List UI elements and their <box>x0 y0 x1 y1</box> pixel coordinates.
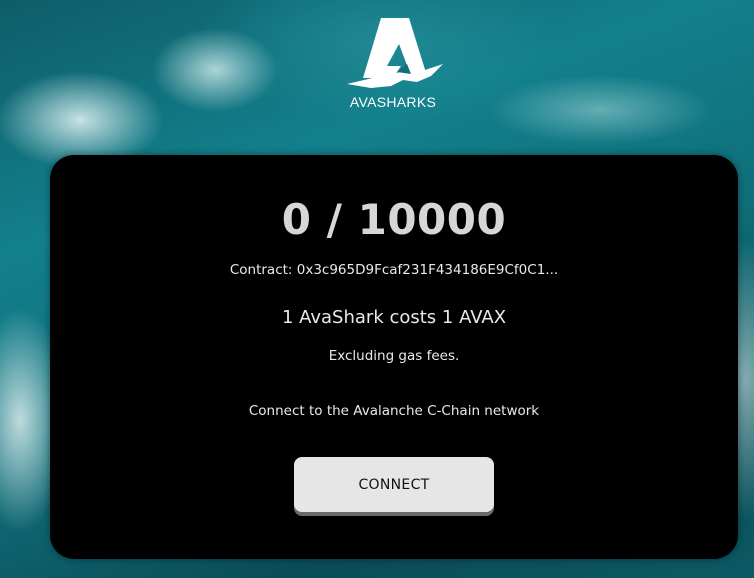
minted-supply-counter: 0 / 10000 <box>281 195 507 244</box>
brand-name: AVASHARKS <box>349 94 437 110</box>
mint-card: 0 / 10000 Contract: 0x3c965D9Fcaf231F434… <box>50 155 738 559</box>
connect-button[interactable]: CONNECT <box>294 457 494 512</box>
avasharks-logo-icon <box>347 18 443 88</box>
network-instruction: Connect to the Avalanche C-Chain network <box>248 403 540 419</box>
price-text: 1 AvaShark costs 1 AVAX <box>281 307 507 328</box>
contract-address: Contract: 0x3c965D9Fcaf231F434186E9Cf0C1… <box>229 262 559 278</box>
gas-fee-note: Excluding gas fees. <box>328 348 460 364</box>
brand-logo: AVASHARKS <box>341 14 445 114</box>
